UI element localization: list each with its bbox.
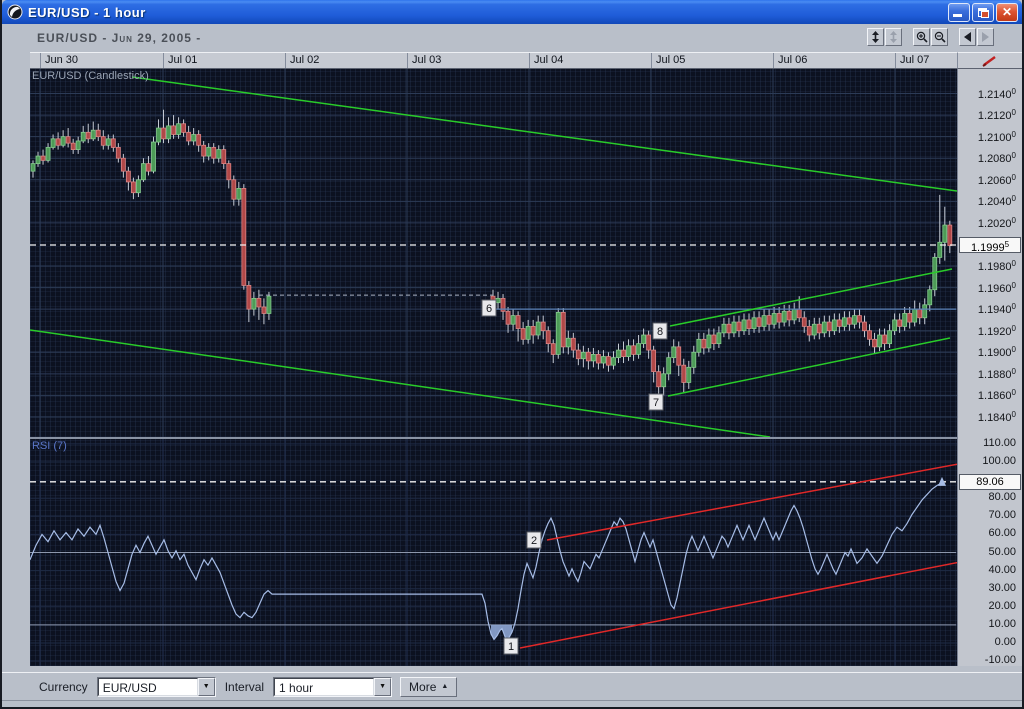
- price-tick-label: 1.19800: [978, 259, 1016, 273]
- window-title: EUR/USD - 1 hour: [28, 5, 146, 20]
- rsi-tick-label: -10.00: [985, 654, 1016, 666]
- chevron-down-icon[interactable]: ▼: [374, 678, 391, 696]
- fit-vertical-alt-button[interactable]: [885, 28, 902, 46]
- rsi-tick-label: 80.00: [988, 491, 1016, 503]
- date-axis-label: Jul 07: [895, 53, 957, 68]
- more-button[interactable]: More▲: [400, 677, 457, 697]
- rsi-tick-label: 10.00: [988, 618, 1016, 630]
- chart-title: EUR/USD - Jun 29, 2005 -: [37, 31, 201, 45]
- value-axis[interactable]: 1.21400 1.21200 1.21000 1.20800 1.20600 1.204…: [957, 69, 1022, 666]
- rsi-tick-label: 110.00: [983, 437, 1016, 449]
- price-tick-label: 1.18400: [978, 410, 1016, 424]
- date-axis-label: Jul 02: [285, 53, 407, 68]
- app-icon: [7, 4, 23, 20]
- rsi-tick-label: 100.00: [982, 455, 1016, 467]
- price-tick-label: 1.20400: [978, 194, 1016, 208]
- price-tick-label: 1.18600: [978, 388, 1016, 402]
- rsi-tick-label: 70.00: [988, 509, 1016, 521]
- fit-vertical-button[interactable]: [867, 28, 884, 46]
- current-rsi-label: 89.06: [959, 474, 1021, 490]
- date-axis-label: Jul 01: [163, 53, 285, 68]
- price-tick-label: 1.20800: [978, 151, 1016, 165]
- header-toolbar: [866, 28, 994, 46]
- app-window: EUR/USD - 1 hour ✕ EUR/USD - Jun 29, 200…: [0, 0, 1024, 709]
- price-tick-label: 1.19600: [978, 281, 1016, 295]
- price-tick-label: 1.19000: [978, 345, 1016, 359]
- interval-select[interactable]: 1 hour ▼: [273, 677, 392, 697]
- bottom-toolbar: Currency EUR/USD ▼ Interval 1 hour ▼ Mor…: [2, 672, 1022, 700]
- date-axis: Jun 30Jul 01Jul 02Jul 03Jul 04Jul 05Jul …: [30, 52, 957, 69]
- rsi-tick-label: 60.00: [988, 527, 1016, 539]
- interval-value[interactable]: 1 hour: [274, 678, 374, 696]
- date-axis-label: Jul 03: [407, 53, 529, 68]
- currency-label: Currency: [39, 680, 88, 694]
- restore-button[interactable]: [972, 3, 994, 22]
- currency-value[interactable]: EUR/USD: [98, 678, 198, 696]
- price-tick-label: 1.21400: [978, 87, 1016, 101]
- rsi-plot[interactable]: [30, 437, 957, 666]
- rsi-tick-label: 0.00: [995, 636, 1016, 648]
- zoom-in-button[interactable]: [913, 28, 930, 46]
- pencil-icon: [958, 53, 1022, 69]
- chart-area: Jun 30Jul 01Jul 02Jul 03Jul 04Jul 05Jul …: [30, 52, 1022, 666]
- price-plot[interactable]: [30, 69, 957, 437]
- price-tick-label: 1.20600: [978, 173, 1016, 187]
- chart-header: EUR/USD - Jun 29, 2005 -: [2, 24, 1022, 52]
- minimize-button[interactable]: [948, 3, 970, 22]
- date-axis-stub: [30, 53, 40, 68]
- date-axis-label: Jun 30: [40, 53, 163, 68]
- zoom-out-button[interactable]: [931, 28, 948, 46]
- date-axis-label: Jul 05: [651, 53, 773, 68]
- price-tick-label: 1.21200: [978, 108, 1016, 122]
- title-bar[interactable]: EUR/USD - 1 hour ✕: [2, 0, 1022, 24]
- interval-label: Interval: [225, 680, 264, 694]
- rsi-tick-label: 30.00: [988, 582, 1016, 594]
- date-axis-label: Jul 06: [773, 53, 895, 68]
- date-axis-label: Jul 04: [529, 53, 651, 68]
- close-icon: ✕: [1002, 5, 1012, 19]
- window-bottom-edge: [2, 700, 1022, 709]
- close-button[interactable]: ✕: [996, 3, 1018, 22]
- price-tick-label: 1.18800: [978, 367, 1016, 381]
- rsi-tick-label: 40.00: [988, 564, 1016, 576]
- price-tick-label: 1.19400: [978, 302, 1016, 316]
- price-tick-label: 1.21000: [978, 130, 1016, 144]
- chevron-down-icon[interactable]: ▼: [198, 678, 215, 696]
- price-tick-label: 1.19200: [978, 324, 1016, 338]
- currency-select[interactable]: EUR/USD ▼: [97, 677, 216, 697]
- chevron-up-icon: ▲: [441, 683, 448, 690]
- draw-tool-button[interactable]: [957, 52, 1022, 69]
- rsi-tick-label: 50.00: [988, 546, 1016, 558]
- rsi-tick-label: 20.00: [988, 600, 1016, 612]
- price-tick-label: 1.20200: [978, 216, 1016, 230]
- scroll-left-button[interactable]: [959, 28, 976, 46]
- scroll-right-button[interactable]: [977, 28, 994, 46]
- current-price-label: 1.19995: [959, 237, 1021, 253]
